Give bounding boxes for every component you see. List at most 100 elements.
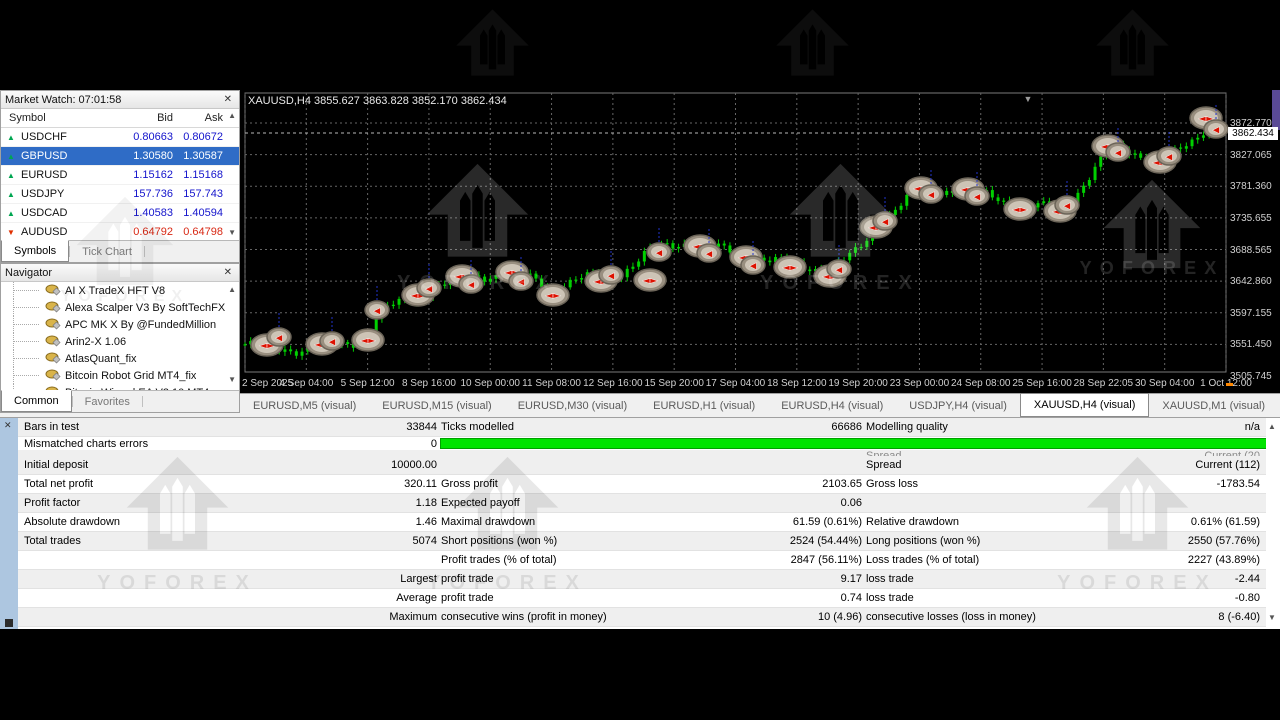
cell-1 [18, 551, 437, 569]
scroll-up-icon[interactable]: ▲ [228, 286, 236, 294]
tester-row: Mismatched charts errors 0 [18, 437, 1266, 450]
time-marker [1226, 383, 1233, 386]
svg-text:◀: ◀ [426, 285, 433, 295]
scroll-down-icon[interactable]: ▼ [1268, 614, 1276, 622]
svg-text:◀: ◀ [518, 278, 525, 288]
bid-value: 1.15162 [111, 169, 173, 181]
tester-value: 66686 [831, 421, 862, 433]
letterbox-bottom [0, 629, 1280, 720]
chart-tab-eurusd-m30-visual-[interactable]: EURUSD,M30 (visual) [505, 394, 640, 417]
bid-value: 157.736 [111, 188, 173, 200]
cell-3: Relative drawdown0.61% (61.59) [862, 513, 1266, 531]
tester-label: Bars in test [24, 421, 79, 433]
navigator-item-label: AI X TradeX HFT V8 [65, 285, 165, 297]
chart-window[interactable]: XAUUSD,H4 3855.627 3863.828 3852.170 386… [240, 90, 1280, 393]
close-icon[interactable]: ✕ [221, 267, 235, 278]
chart-tab-eurusd-h1-visual-[interactable]: EURUSD,H1 (visual) [640, 394, 768, 417]
trade-marker: ◀ [919, 185, 943, 203]
tester-label: consecutive wins (profit in money) [441, 611, 607, 623]
chart-scrollbar[interactable] [1272, 90, 1280, 130]
tester-row: Profit trades (% of total)2847 (56.11%)L… [18, 551, 1266, 570]
navigator-list: AI X TradeX HFT V8 Alexa Scalper V3 By So… [1, 282, 239, 392]
trade-marker: ◀ [873, 212, 897, 230]
expert-advisor-icon [45, 300, 61, 316]
chart-tab-eurusd-m5-visual-[interactable]: EURUSD,M5 (visual) [240, 394, 369, 417]
navigator-titlebar: Navigator ✕ [1, 264, 239, 282]
trend-up-icon: ▲ [5, 171, 17, 180]
close-icon[interactable]: ✕ [221, 94, 235, 105]
market-watch-row[interactable]: ▲USDJPY157.736157.743 [1, 185, 239, 204]
cell-3: SpreadCurrent (112) [862, 456, 1266, 474]
scroll-up-icon[interactable]: ▲ [228, 112, 236, 120]
time-tick-label: 18 Sep 12:00 [767, 378, 827, 389]
tester-label: Gross profit [441, 478, 498, 490]
svg-text:◀: ◀ [974, 193, 981, 203]
market-watch-row[interactable]: ▲USDCHF0.806630.80672 [1, 128, 239, 147]
candlestick-chart[interactable]: ◄►◀◄►◀◄►◀◄►◀◄►◀◄►◀◄►◄►◀◄►◀◄►◀◄►◀◄►◄►◀◄►◀… [240, 90, 1280, 393]
tester-label: Spread [866, 459, 901, 471]
chart-tab-usdjpy-h4-visual-[interactable]: USDJPY,H4 (visual) [896, 394, 1020, 417]
navigator-item-label: Bitcoin Robot Grid MT4_fix [65, 370, 196, 382]
tester-value: 10 (4.96) [818, 611, 862, 623]
tester-value: 2103.65 [822, 478, 862, 490]
tester-value: -1783.54 [1217, 478, 1260, 490]
chart-tab-eurusd-h4-visual-[interactable]: EURUSD,H4 (visual) [768, 394, 896, 417]
tester-row: Profit factor1.18Expected payoff0.06 [18, 494, 1266, 513]
trade-marker: ◀ [1106, 143, 1130, 161]
scroll-down-icon[interactable]: ▼ [228, 376, 236, 384]
time-tick-label: 23 Sep 00:00 [890, 378, 950, 389]
market-watch-row[interactable]: ▲EURUSD1.151621.15168 [1, 166, 239, 185]
svg-text:◄►: ◄► [782, 263, 798, 274]
tester-value: 2227 (43.89%) [1188, 554, 1260, 566]
chart-tab-eurusd-m15-visual-[interactable]: EURUSD,M15 (visual) [369, 394, 504, 417]
trade-marker: ◀ [827, 260, 851, 278]
tester-label: Mismatched charts errors [24, 438, 148, 450]
market-watch-row[interactable]: ▲USDCAD1.405831.40594 [1, 204, 239, 223]
navigator-item[interactable]: AtlasQuant_fix [1, 350, 239, 367]
tab-favorites[interactable]: Favorites [73, 391, 142, 412]
tester-value: 0 [431, 438, 437, 450]
trade-marker: ◀ [365, 301, 389, 319]
navigator-item[interactable]: APC MK X By @FundedMillion [1, 316, 239, 333]
close-icon[interactable]: ✕ [4, 420, 12, 431]
cell-3: Gross loss-1783.54 [862, 475, 1266, 493]
navigator-item[interactable]: AI X TradeX HFT V8 [1, 282, 239, 299]
market-watch-row[interactable]: ▲GBPUSD1.305801.30587 [1, 147, 239, 166]
navigator-item[interactable]: Arin2-X 1.06 [1, 333, 239, 350]
cell-1: Profit factor1.18 [18, 494, 437, 512]
tester-value: Average [396, 592, 437, 604]
time-tick-label: 10 Sep 00:00 [461, 378, 521, 389]
tester-value: 9.17 [841, 573, 862, 585]
tab-common[interactable]: Common [1, 390, 72, 412]
trade-marker: ◀ [1204, 120, 1228, 138]
tester-row: Bars in test33844Ticks modelled66686Mode… [18, 418, 1266, 437]
tab-symbols[interactable]: Symbols [1, 240, 69, 262]
cell-2: Short positions (won %)2524 (54.44%) [437, 532, 862, 550]
chart-tab-xauusd-h4-visual-[interactable]: XAUUSD,H4 (visual) [1020, 393, 1149, 417]
tree-lines [1, 282, 45, 299]
tester-row: Maximum consecutive wins (profit in money… [18, 608, 1266, 627]
scroll-up-icon[interactable]: ▲ [1268, 423, 1276, 431]
cell-1: Maximum [18, 608, 437, 626]
current-price-box: 3862.434 [1228, 127, 1278, 140]
tester-row: Initial deposit10000.00SpreadCurrent (11… [18, 456, 1266, 475]
expert-advisor-icon [45, 351, 61, 367]
tab-separator [142, 396, 143, 407]
trend-up-icon: ▲ [5, 152, 17, 161]
column-bid: Bid [111, 112, 173, 124]
svg-text:◄►: ◄► [360, 336, 376, 347]
tester-value: 5074 [413, 535, 437, 547]
navigator-item[interactable]: Alexa Scalper V3 By SoftTechFX [1, 299, 239, 316]
tester-label: Loss trades (% of total) [866, 554, 979, 566]
tester-value: 0.06 [841, 497, 862, 509]
tab-tick-chart[interactable]: Tick Chart [70, 241, 144, 262]
tester-value: 8 (-6.40) [1218, 611, 1260, 623]
svg-text:◄►: ◄► [545, 291, 561, 302]
tester-value: -2.44 [1235, 573, 1260, 585]
scroll-down-icon[interactable]: ▼ [228, 229, 236, 237]
price-tick-label: 3597.155 [1230, 308, 1278, 319]
tester-value: Largest [400, 573, 437, 585]
chart-tab-xauusd-m1-visual-[interactable]: XAUUSD,M1 (visual) [1149, 394, 1278, 417]
ask-value: 157.743 [173, 188, 239, 200]
navigator-item[interactable]: Bitcoin Robot Grid MT4_fix [1, 367, 239, 384]
